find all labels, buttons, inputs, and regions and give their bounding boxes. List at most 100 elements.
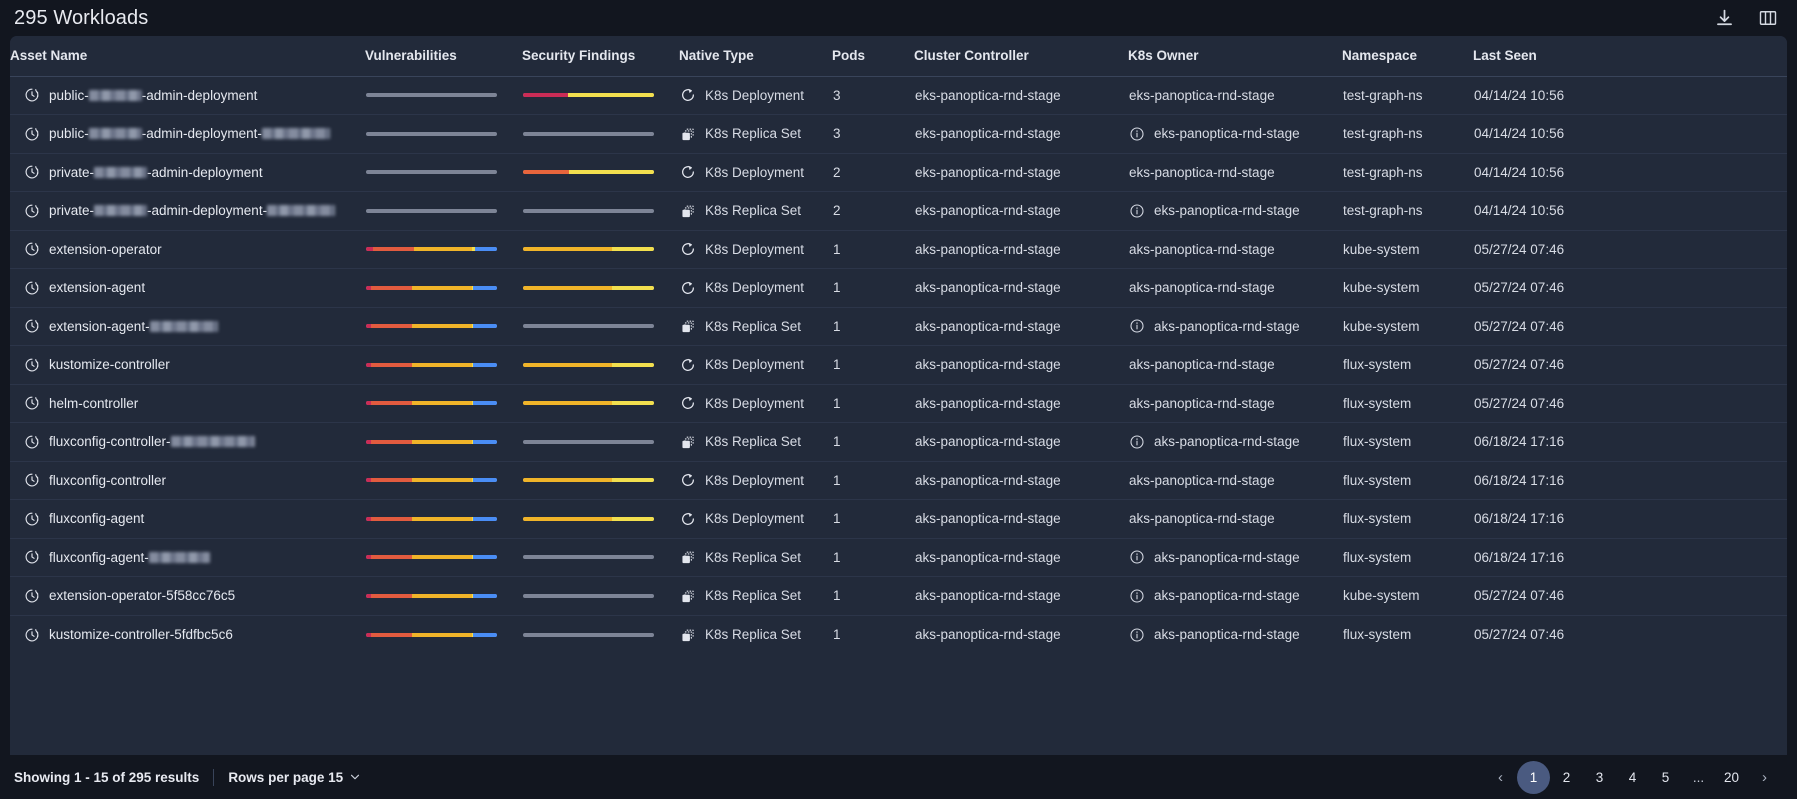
- cell-security-findings[interactable]: [522, 461, 679, 500]
- cell-asset-name[interactable]: fluxconfig-agent-: [10, 538, 365, 577]
- cell-asset-name[interactable]: kustomize-controller: [10, 345, 365, 385]
- redacted-text: [94, 166, 148, 178]
- table-row[interactable]: private- -admin-deployment- K8s Replica Se…: [10, 191, 1787, 231]
- cell-vulnerabilities[interactable]: [365, 230, 522, 269]
- column-header-native-type[interactable]: Native Type: [679, 36, 832, 77]
- chevron-down-icon: [349, 771, 361, 783]
- vulnerabilities-severity-bar: [366, 478, 497, 483]
- info-icon[interactable]: [1129, 588, 1145, 604]
- cell-vulnerabilities[interactable]: [365, 76, 522, 115]
- cell-vulnerabilities[interactable]: [365, 461, 522, 500]
- table-row[interactable]: fluxconfig-agent- K8s Replica Set 1 aks-pan…: [10, 538, 1787, 577]
- info-icon[interactable]: [1129, 627, 1145, 643]
- cell-native-type: K8s Replica Set: [679, 422, 832, 462]
- cell-namespace: kube-system: [1342, 230, 1473, 269]
- table-row[interactable]: fluxconfig-agent K8s Deployment 1 aks-panop…: [10, 499, 1787, 539]
- column-header-last-seen[interactable]: Last Seen: [1473, 36, 1787, 77]
- table-row[interactable]: private- -admin-deployment K8s Deployment 2…: [10, 153, 1787, 192]
- cell-namespace: test-graph-ns: [1342, 191, 1473, 231]
- cell-security-findings[interactable]: [522, 153, 679, 192]
- cell-security-findings[interactable]: [522, 345, 679, 385]
- cell-namespace: flux-system: [1342, 538, 1473, 577]
- cell-asset-name[interactable]: private- -admin-deployment-: [10, 191, 365, 231]
- table-row[interactable]: fluxconfig-controller K8s Deployment 1 aks-…: [10, 461, 1787, 500]
- cell-vulnerabilities[interactable]: [365, 191, 522, 231]
- cell-asset-name[interactable]: extension-operator: [10, 230, 365, 269]
- cell-asset-name[interactable]: fluxconfig-agent: [10, 499, 365, 539]
- k8s-owner-label: aks-panoptica-rnd-stage: [1129, 395, 1275, 411]
- cell-security-findings[interactable]: [522, 576, 679, 616]
- cell-security-findings[interactable]: [522, 114, 679, 154]
- cell-vulnerabilities[interactable]: [365, 153, 522, 192]
- table-row[interactable]: extension-operator-5f58cc76c5 K8s Replica…: [10, 576, 1787, 616]
- cell-security-findings[interactable]: [522, 422, 679, 462]
- cell-asset-name[interactable]: extension-operator-5f58cc76c5: [10, 576, 365, 616]
- cell-asset-name[interactable]: fluxconfig-controller: [10, 461, 365, 500]
- column-header-k8s-owner[interactable]: K8s Owner: [1128, 36, 1342, 77]
- columns-icon[interactable]: [1757, 7, 1779, 29]
- pagination-prev[interactable]: ‹: [1484, 761, 1517, 794]
- table-row[interactable]: extension-agent K8s Deployment 1 aks-panopt…: [10, 268, 1787, 308]
- table-row[interactable]: fluxconfig-controller- K8s Replica Set 1 ak…: [10, 422, 1787, 462]
- cell-asset-name[interactable]: helm-controller: [10, 384, 365, 423]
- download-icon[interactable]: [1713, 7, 1735, 29]
- workload-clock-icon: [24, 203, 40, 219]
- cell-vulnerabilities[interactable]: [365, 499, 522, 539]
- cell-vulnerabilities[interactable]: [365, 615, 522, 654]
- cell-security-findings[interactable]: [522, 307, 679, 346]
- cell-security-findings[interactable]: [522, 191, 679, 231]
- table-row[interactable]: extension-operator K8s Deployment 1 aks-pan…: [10, 230, 1787, 269]
- pagination-page-4[interactable]: 4: [1616, 761, 1649, 794]
- cell-security-findings[interactable]: [522, 76, 679, 115]
- cell-security-findings[interactable]: [522, 499, 679, 539]
- info-icon[interactable]: [1129, 203, 1145, 219]
- cell-vulnerabilities[interactable]: [365, 345, 522, 385]
- table-row[interactable]: public- -admin-deployment- K8s Replica Set…: [10, 114, 1787, 154]
- cell-security-findings[interactable]: [522, 230, 679, 269]
- column-header-vulnerabilities[interactable]: Vulnerabilities: [365, 36, 522, 77]
- cell-vulnerabilities[interactable]: [365, 307, 522, 346]
- info-icon[interactable]: [1129, 318, 1145, 334]
- column-header-pods[interactable]: Pods: [832, 36, 914, 77]
- cell-k8s-owner: eks-panoptica-rnd-stage: [1128, 153, 1342, 192]
- cell-asset-name[interactable]: private- -admin-deployment: [10, 153, 365, 192]
- pagination: ‹ 1 2 3 4 5... 20 ›: [1484, 760, 1781, 794]
- pagination-page-3[interactable]: 3: [1583, 761, 1616, 794]
- column-header-asset-name[interactable]: Asset Name: [10, 36, 365, 77]
- cell-vulnerabilities[interactable]: [365, 384, 522, 423]
- native-type-label: K8s Replica Set: [705, 627, 802, 642]
- cell-asset-name[interactable]: extension-agent-: [10, 307, 365, 346]
- cell-security-findings[interactable]: [522, 615, 679, 654]
- cell-vulnerabilities[interactable]: [365, 576, 522, 616]
- cell-asset-name[interactable]: extension-agent: [10, 268, 365, 308]
- cell-vulnerabilities[interactable]: [365, 268, 522, 308]
- cell-vulnerabilities[interactable]: [365, 114, 522, 154]
- cell-asset-name[interactable]: public- -admin-deployment: [10, 76, 365, 115]
- pagination-page-5[interactable]: 5: [1649, 761, 1682, 794]
- pagination-next[interactable]: ›: [1748, 761, 1781, 794]
- cell-security-findings[interactable]: [522, 268, 679, 308]
- pagination-page-20[interactable]: 20: [1715, 761, 1748, 794]
- native-type-label: K8s Replica Set: [705, 588, 802, 604]
- column-header-namespace[interactable]: Namespace: [1342, 36, 1473, 77]
- info-icon[interactable]: [1129, 126, 1145, 142]
- info-icon[interactable]: [1129, 434, 1145, 450]
- rows-per-page-selector[interactable]: Rows per page 15: [228, 770, 361, 785]
- pagination-page-1[interactable]: 1: [1517, 760, 1550, 794]
- table-row[interactable]: kustomize-controller-5fdfbc5c6 K8s Replic…: [10, 615, 1787, 654]
- pagination-page-2[interactable]: 2: [1550, 761, 1583, 794]
- column-header-cluster-controller[interactable]: Cluster Controller: [914, 36, 1128, 77]
- table-row[interactable]: kustomize-controller K8s Deployment 1 aks-p…: [10, 345, 1787, 385]
- cell-vulnerabilities[interactable]: [365, 538, 522, 577]
- cell-asset-name[interactable]: fluxconfig-controller-: [10, 422, 365, 462]
- column-header-security-findings[interactable]: Security Findings: [522, 36, 679, 77]
- table-row[interactable]: helm-controller K8s Deployment 1 aks-panopt…: [10, 384, 1787, 423]
- info-icon[interactable]: [1129, 549, 1145, 565]
- cell-asset-name[interactable]: public- -admin-deployment-: [10, 114, 365, 154]
- table-row[interactable]: extension-agent- K8s Replica Set 1 aks-pano…: [10, 307, 1787, 346]
- cell-asset-name[interactable]: kustomize-controller-5fdfbc5c6: [10, 615, 365, 654]
- cell-security-findings[interactable]: [522, 384, 679, 423]
- cell-security-findings[interactable]: [522, 538, 679, 577]
- cell-vulnerabilities[interactable]: [365, 422, 522, 462]
- table-row[interactable]: public- -admin-deployment K8s Deployment 3 e…: [10, 76, 1787, 115]
